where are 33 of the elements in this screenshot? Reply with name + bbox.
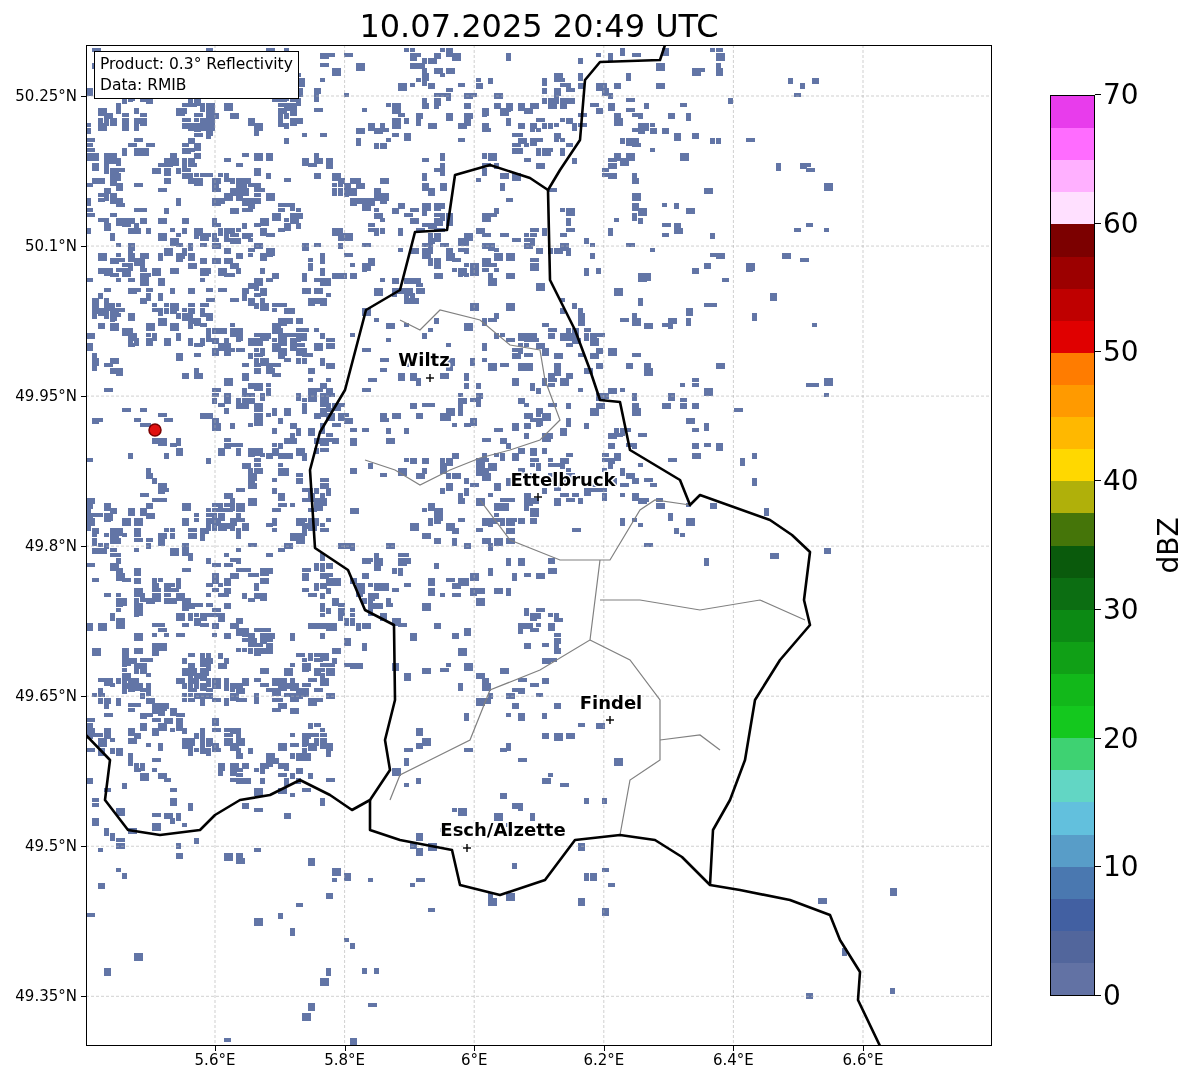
info-text: Data: RMIB (100, 75, 188, 96)
colorbar-tick-label: 50 (1103, 337, 1139, 368)
chart-title: 10.07.2025 20:49 UTC (358, 6, 720, 45)
axis-tick-label: 49.95°N (15, 387, 77, 406)
city-label: Findel (579, 692, 643, 713)
axis-tick-label: 49.65°N (15, 687, 77, 706)
axis-tick-label: 49.8°N (24, 537, 77, 556)
axis-tick-label: 6°E (460, 1051, 488, 1069)
axis-tick-label: 6.6°E (842, 1051, 884, 1069)
axis-tick-label: 50.1°N (24, 237, 77, 256)
colorbar-tick-label: 70 (1103, 80, 1139, 110)
axis-tick-label: 49.5°N (24, 837, 77, 856)
axis-tick-label: 49.35°N (15, 987, 77, 1006)
colorbar-tick-label: 30 (1103, 594, 1139, 625)
colorbar-label: dBZ (1151, 517, 1184, 574)
axis-tick-label: 5.8°E (324, 1051, 365, 1069)
city-marker-icon (462, 843, 472, 853)
info-text: Product: 0.3° Reflectivity (100, 54, 293, 75)
city-marker-icon (605, 715, 615, 725)
colorbar-tick-label: 10 (1103, 852, 1139, 883)
colorbar-tick-label: 60 (1103, 208, 1139, 239)
radar-site-dot (148, 423, 162, 437)
axis-tick-label: 50.25°N (15, 87, 77, 105)
city-label: Esch/Alzette (440, 819, 566, 840)
city-label: Wiltz (398, 349, 450, 370)
city-marker-icon (425, 373, 435, 383)
colorbar-tick-label: 20 (1103, 723, 1139, 754)
city-marker-icon (533, 492, 543, 502)
colorbar-tick-label: 0 (1103, 981, 1121, 1011)
axis-tick-label: 5.6°E (194, 1051, 236, 1069)
axis-tick-label: 6.4°E (712, 1051, 754, 1069)
colorbar-tick-label: 40 (1103, 466, 1139, 497)
axis-tick-label: 6.2°E (583, 1051, 625, 1069)
